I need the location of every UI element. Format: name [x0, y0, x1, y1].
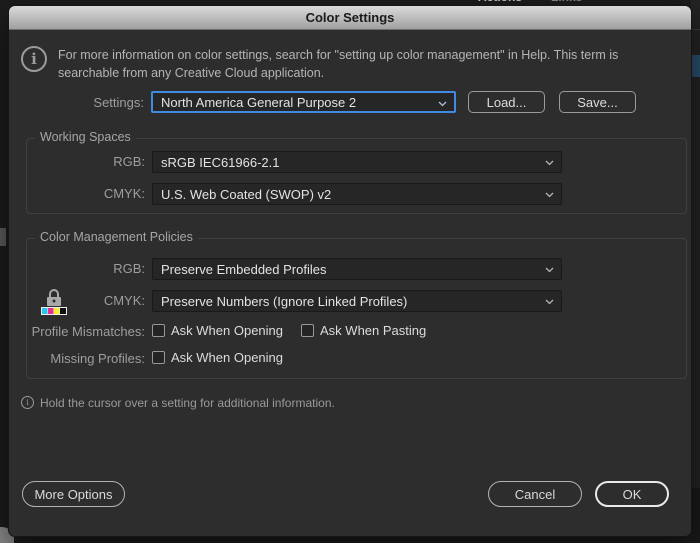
color-management-policies-group: Color Management Policies RGB: Preserve … — [26, 238, 687, 379]
policies-rgb-dropdown[interactable]: Preserve Embedded Profiles — [152, 258, 562, 280]
working-spaces-cmyk-row: CMYK: U.S. Web Coated (SWOP) v2 — [27, 183, 686, 205]
working-spaces-group: Working Spaces RGB: sRGB IEC61966-2.1 CM… — [26, 138, 687, 214]
cancel-button[interactable]: Cancel — [488, 481, 582, 507]
tab-links[interactable]: Links — [551, 0, 582, 4]
more-options-button[interactable]: More Options — [22, 481, 125, 507]
application-window: Actions Links Color Settings i For more … — [0, 0, 700, 543]
dialog-title: Color Settings — [306, 10, 395, 25]
load-button-label: Load... — [487, 95, 527, 110]
panel-selected-row — [691, 55, 700, 77]
missing-profiles-label: Missing Profiles: — [27, 351, 145, 366]
ok-button[interactable]: OK — [595, 481, 669, 507]
profile-mismatches-row: Profile Mismatches: Ask When Opening Ask… — [27, 323, 686, 339]
policies-rgb-value: Preserve Embedded Profiles — [161, 262, 326, 277]
rgb-label: RGB: — [27, 261, 145, 276]
profile-mismatches-label: Profile Mismatches: — [27, 324, 145, 339]
settings-label: Settings: — [9, 95, 144, 110]
checkbox-box[interactable] — [301, 324, 314, 337]
checkbox-ask-when-pasting[interactable]: Ask When Pasting — [301, 323, 426, 338]
checkbox-label: Ask When Opening — [171, 350, 283, 365]
working-spaces-rgb-row: RGB: sRGB IEC61966-2.1 — [27, 151, 686, 173]
rgb-label: RGB: — [27, 154, 145, 169]
policies-rgb-row: RGB: Preserve Embedded Profiles — [27, 258, 686, 280]
cancel-label: Cancel — [515, 487, 555, 502]
cmyk-label: CMYK: — [27, 293, 145, 308]
ok-label: OK — [623, 487, 642, 502]
policies-legend: Color Management Policies — [35, 230, 198, 244]
load-button[interactable]: Load... — [468, 91, 545, 113]
working-rgb-dropdown[interactable]: sRGB IEC61966-2.1 — [152, 151, 562, 173]
checkbox-label: Ask When Pasting — [320, 323, 426, 338]
missing-profiles-row: Missing Profiles: Ask When Opening — [27, 350, 686, 366]
policies-cmyk-value: Preserve Numbers (Ignore Linked Profiles… — [161, 294, 407, 309]
background-panel-strip — [691, 0, 700, 543]
policies-cmyk-row: CMYK: Preserve Numbers (Ignore Linked Pr… — [27, 290, 686, 312]
chevron-down-icon — [545, 299, 554, 305]
checkbox-box[interactable] — [152, 351, 165, 364]
checkbox-ask-when-opening[interactable]: Ask When Opening — [152, 323, 283, 338]
dialog-titlebar[interactable]: Color Settings — [9, 6, 691, 30]
info-icon: i — [21, 46, 47, 72]
background-fragment — [0, 228, 6, 246]
checkbox-box[interactable] — [152, 324, 165, 337]
checkbox-label: Ask When Opening — [171, 323, 283, 338]
info-icon: i — [21, 396, 34, 409]
more-options-label: More Options — [34, 487, 112, 502]
settings-dropdown[interactable]: North America General Purpose 2 — [151, 91, 456, 113]
checkbox-ask-when-opening[interactable]: Ask When Opening — [152, 350, 283, 365]
color-settings-dialog: Color Settings i For more information on… — [8, 5, 692, 537]
chevron-down-icon — [545, 160, 554, 166]
chevron-down-icon — [545, 267, 554, 273]
working-cmyk-value: U.S. Web Coated (SWOP) v2 — [161, 187, 331, 202]
policies-cmyk-dropdown[interactable]: Preserve Numbers (Ignore Linked Profiles… — [152, 290, 562, 312]
panel-footer-strip — [691, 488, 700, 543]
panel-divider — [691, 29, 700, 30]
cmyk-label: CMYK: — [27, 186, 145, 201]
save-button[interactable]: Save... — [559, 91, 636, 113]
working-spaces-legend: Working Spaces — [35, 130, 136, 144]
footer-note: Hold the cursor over a setting for addit… — [40, 396, 335, 410]
info-banner-text: For more information on color settings, … — [58, 46, 678, 82]
settings-dropdown-value: North America General Purpose 2 — [161, 95, 356, 110]
working-cmyk-dropdown[interactable]: U.S. Web Coated (SWOP) v2 — [152, 183, 562, 205]
save-button-label: Save... — [577, 95, 617, 110]
working-rgb-value: sRGB IEC61966-2.1 — [161, 155, 280, 170]
chevron-down-icon — [545, 192, 554, 198]
chevron-down-icon — [438, 101, 447, 107]
